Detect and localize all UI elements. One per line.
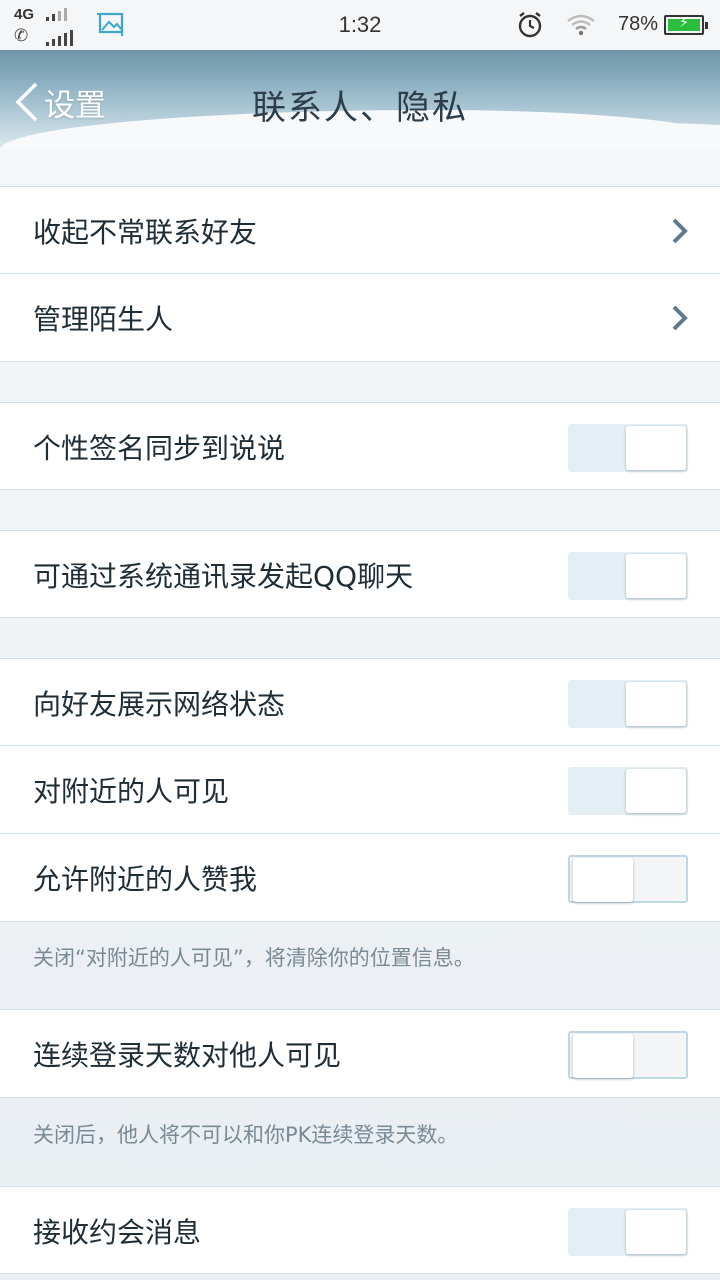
divider <box>0 361 720 362</box>
row-label: 对附近的人可见 <box>33 775 230 808</box>
row-label: 接收约会消息 <box>33 1216 202 1249</box>
row-nearby-visible: 对附近的人可见 <box>0 745 720 833</box>
toggle-knob <box>573 858 633 902</box>
row-network-status: 向好友展示网络状态 <box>0 658 720 746</box>
divider <box>0 1097 720 1098</box>
nearby-like-toggle[interactable] <box>568 855 688 903</box>
toggle-knob <box>626 1210 686 1254</box>
row-label: 向好友展示网络状态 <box>33 688 286 721</box>
page-title: 联系人、隐私 <box>252 88 468 128</box>
status-bar: 4G ✆ 1:32 78% ⚡ <box>0 0 720 50</box>
nearby-note: 关闭“对附近的人可见”，将清除你的位置信息。 <box>33 946 475 970</box>
row-label: 个性签名同步到说说 <box>33 432 286 465</box>
divider <box>0 921 720 922</box>
network-status-toggle[interactable] <box>568 680 688 728</box>
row-label: 允许附近的人赞我 <box>33 863 258 896</box>
battery-percent: 78% <box>618 13 659 35</box>
row-sync-signature: 个性签名同步到说说 <box>0 402 720 490</box>
date-messages-toggle[interactable] <box>568 1208 688 1256</box>
login-days-toggle[interactable] <box>568 1031 688 1079</box>
login-note: 关闭后，他人将不可以和你PK连续登录天数。 <box>33 1123 459 1147</box>
chevron-right-icon <box>672 305 688 331</box>
divider <box>0 1273 720 1274</box>
row-label: 管理陌生人 <box>33 303 174 336</box>
sync-signature-toggle[interactable] <box>568 424 688 472</box>
row-label: 连续登录天数对他人可见 <box>33 1039 342 1072</box>
row-label: 收起不常联系好友 <box>33 216 258 249</box>
wifi-icon <box>567 14 595 36</box>
row-login-days: 连续登录天数对他人可见 <box>0 1009 720 1097</box>
nearby-visible-toggle[interactable] <box>568 767 688 815</box>
row-label: 可通过系统通讯录发起QQ聊天 <box>33 560 414 593</box>
clock: 1:32 <box>338 12 382 37</box>
nav-header: 设置 联系人、隐私 <box>0 50 720 150</box>
alarm-icon <box>518 12 542 38</box>
toggle-knob <box>626 769 686 813</box>
battery-icon: ⚡ <box>664 15 708 35</box>
row-nearby-like: 允许附近的人赞我 <box>0 833 720 921</box>
toggle-knob <box>626 426 686 470</box>
row-contacts-chat: 可通过系统通讯录发起QQ聊天 <box>0 530 720 618</box>
toggle-knob <box>626 682 686 726</box>
toggle-knob <box>626 554 686 598</box>
toggle-knob <box>573 1034 633 1078</box>
row-date-messages: 接收约会消息 <box>0 1186 720 1274</box>
divider <box>0 489 720 490</box>
chevron-right-icon <box>672 218 688 244</box>
row-manage-strangers[interactable]: 管理陌生人 <box>0 273 720 361</box>
row-hide-friends[interactable]: 收起不常联系好友 <box>0 186 720 274</box>
divider <box>0 617 720 618</box>
contacts-chat-toggle[interactable] <box>568 552 688 600</box>
